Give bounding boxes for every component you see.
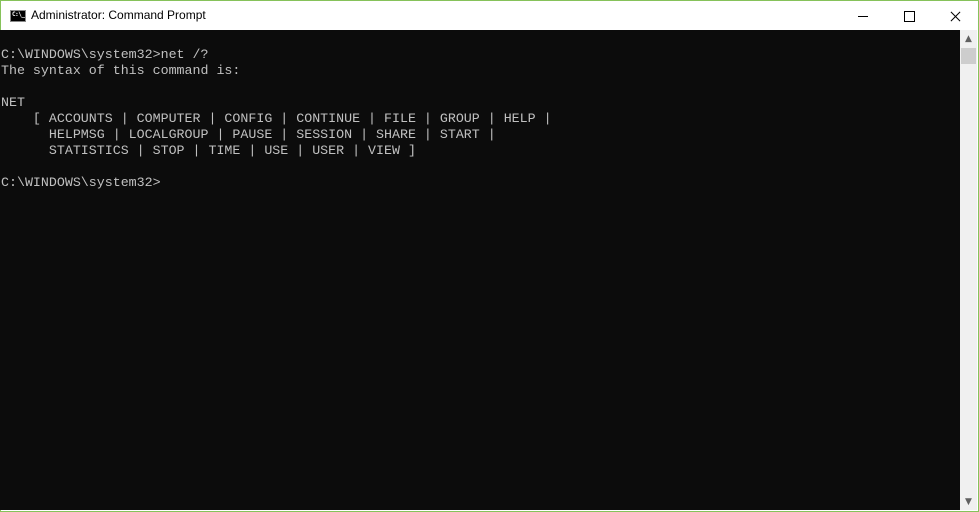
maximize-button[interactable] bbox=[886, 1, 932, 31]
scroll-up-icon[interactable]: ▲ bbox=[960, 30, 977, 47]
scroll-down-icon[interactable]: ▼ bbox=[960, 493, 977, 510]
minimize-button[interactable] bbox=[840, 1, 886, 31]
console-line: HELPMSG | LOCALGROUP | PAUSE | SESSION |… bbox=[1, 127, 496, 142]
title-bar[interactable]: C:\_ Administrator: Command Prompt bbox=[1, 1, 978, 31]
vertical-scrollbar[interactable]: ▲ ▼ bbox=[960, 30, 977, 510]
cmd-icon[interactable]: C:\_ bbox=[10, 10, 26, 22]
maximize-icon bbox=[903, 10, 915, 22]
window-title: Administrator: Command Prompt bbox=[31, 8, 206, 22]
console-output[interactable]: C:\WINDOWS\system32>net /? The syntax of… bbox=[0, 30, 960, 510]
console-prompt-line: C:\WINDOWS\system32> bbox=[1, 175, 161, 190]
scroll-thumb[interactable] bbox=[961, 48, 976, 64]
console-line: C:\WINDOWS\system32>net /? bbox=[1, 47, 209, 62]
console-line: NET bbox=[1, 95, 25, 110]
close-icon bbox=[950, 11, 961, 22]
console-line: [ ACCOUNTS | COMPUTER | CONFIG | CONTINU… bbox=[1, 111, 552, 126]
minimize-icon bbox=[858, 15, 868, 17]
console-line: The syntax of this command is: bbox=[1, 63, 241, 78]
close-button[interactable] bbox=[932, 1, 978, 31]
console-line: STATISTICS | STOP | TIME | USE | USER | … bbox=[1, 143, 416, 158]
